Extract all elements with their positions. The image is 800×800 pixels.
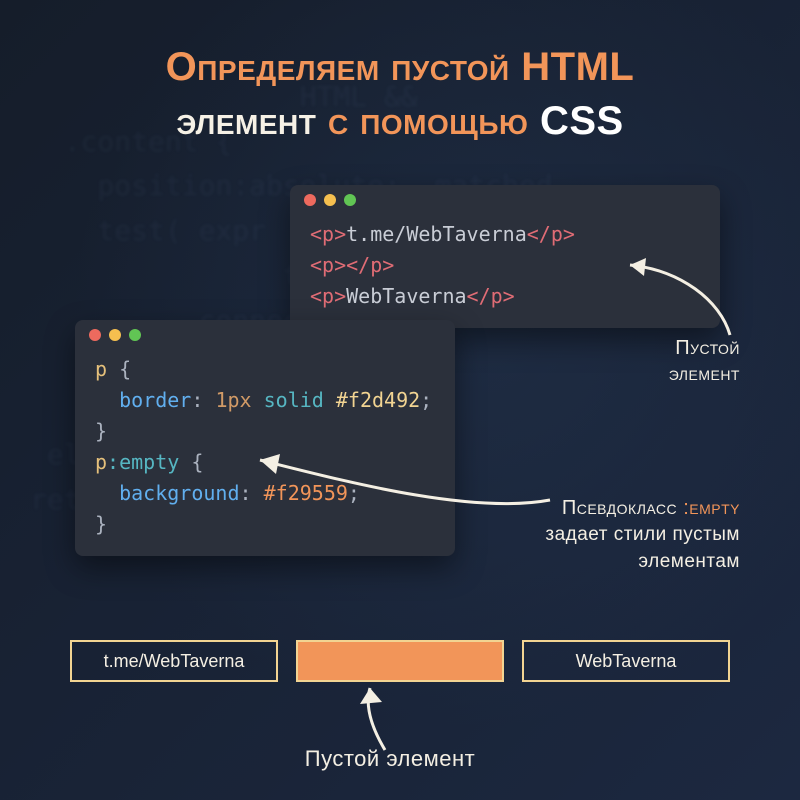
- minimize-icon: [324, 194, 336, 206]
- css-code-window: p { border: 1px solid #f2d492; } p:empty…: [75, 320, 455, 556]
- title-accent-1: Определяем пустой: [166, 45, 522, 89]
- annotation-empty-element-bottom: Пустой элемент: [260, 745, 520, 774]
- close-icon: [89, 329, 101, 341]
- result-box-3: WebTaverna: [522, 640, 730, 682]
- close-icon: [304, 194, 316, 206]
- maximize-icon: [344, 194, 356, 206]
- css-code-body: p { border: 1px solid #f2d492; } p:empty…: [75, 350, 455, 556]
- window-titlebar: [290, 185, 720, 215]
- result-box-1: t.me/WebTaverna: [70, 640, 278, 682]
- html-code-window: <p>t.me/WebTaverna</p> <p></p> <p>WebTav…: [290, 185, 720, 328]
- title-plain: элемент: [176, 99, 328, 143]
- window-titlebar: [75, 320, 455, 350]
- page-title: Определяем пустой HTML элемент с помощью…: [60, 40, 740, 148]
- title-css: CSS: [540, 99, 624, 143]
- html-code-body: <p>t.me/WebTaverna</p> <p></p> <p>WebTav…: [290, 215, 720, 328]
- annotation-empty-element-top: Пустой элемент: [570, 335, 740, 387]
- result-box-empty: [296, 640, 504, 682]
- annotation-pseudoclass: Псевдокласс :empty задает стили пустым э…: [450, 495, 740, 574]
- result-row: t.me/WebTaverna WebTaverna: [70, 640, 730, 682]
- minimize-icon: [109, 329, 121, 341]
- title-html: HTML: [521, 45, 634, 89]
- title-accent-2: с помощью: [328, 99, 540, 143]
- maximize-icon: [129, 329, 141, 341]
